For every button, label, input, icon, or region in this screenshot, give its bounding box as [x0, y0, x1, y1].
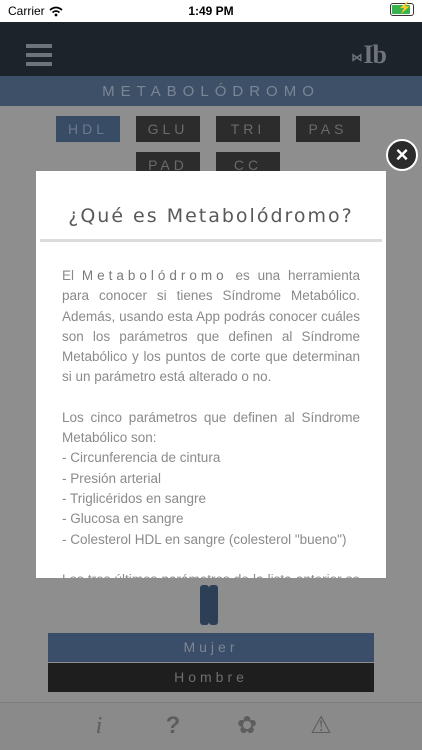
modal-divider: [40, 239, 382, 242]
brand-name: Metabolódromo: [81, 268, 228, 283]
list-item: - Colesterol HDL en sangre (colesterol "…: [62, 531, 347, 547]
battery-icon: ⚡: [390, 2, 414, 16]
gender-man-button[interactable]: Hombre: [48, 663, 374, 692]
intro-paragraph: El Metabolódromo es una herramienta para…: [62, 268, 360, 385]
param-tab-glu[interactable]: GLU: [136, 116, 200, 142]
dna-icon: ⋈: [351, 51, 362, 64]
section-title: METABOLÓDROMO: [102, 83, 320, 100]
param-tab-pas[interactable]: PAS: [296, 116, 360, 142]
menu-icon[interactable]: [26, 44, 52, 66]
list-intro: Los cinco parámetros que definen al Sínd…: [62, 409, 360, 446]
help-icon[interactable]: ?: [158, 711, 188, 741]
param-tab-tri[interactable]: TRI: [216, 116, 280, 142]
close-icon[interactable]: ×: [386, 139, 418, 171]
parameter-list: - Circunferencia de cintura - Presión ar…: [62, 448, 360, 549]
info-icon[interactable]: i: [84, 711, 114, 741]
modal-title: ¿Qué es Metabolódromo?: [68, 205, 354, 227]
app-logo: ⋈Ib: [351, 40, 387, 69]
list-item: - Circunferencia de cintura: [62, 450, 221, 466]
bottom-toolbar: i ? ✿ ⚠: [0, 702, 422, 750]
status-bar: Carrier 1:49 PM ⚡: [0, 0, 422, 22]
section-title-bar: METABOLÓDROMO: [0, 76, 422, 106]
gender-woman-button[interactable]: Mujer: [48, 633, 374, 662]
award-icon[interactable]: ✿: [232, 711, 262, 741]
cut-off-paragraph: Los tres últimos parámetros de la lista …: [62, 570, 360, 578]
app-header: ⋈Ib: [0, 22, 422, 76]
list-item: - Glucosa en sangre: [62, 511, 184, 527]
param-tab-hdl[interactable]: HDL: [56, 116, 120, 142]
status-time: 1:49 PM: [188, 4, 234, 18]
warning-icon[interactable]: ⚠: [306, 711, 336, 741]
list-item: - Presión arterial: [62, 470, 162, 486]
body-figure-icon: [198, 575, 220, 625]
modal-body[interactable]: El Metabolódromo es una herramienta para…: [62, 266, 360, 578]
list-item: - Triglicéridos en sangre: [62, 490, 207, 506]
info-modal: ¿Qué es Metabolódromo? El Metabolódromo …: [36, 171, 386, 578]
